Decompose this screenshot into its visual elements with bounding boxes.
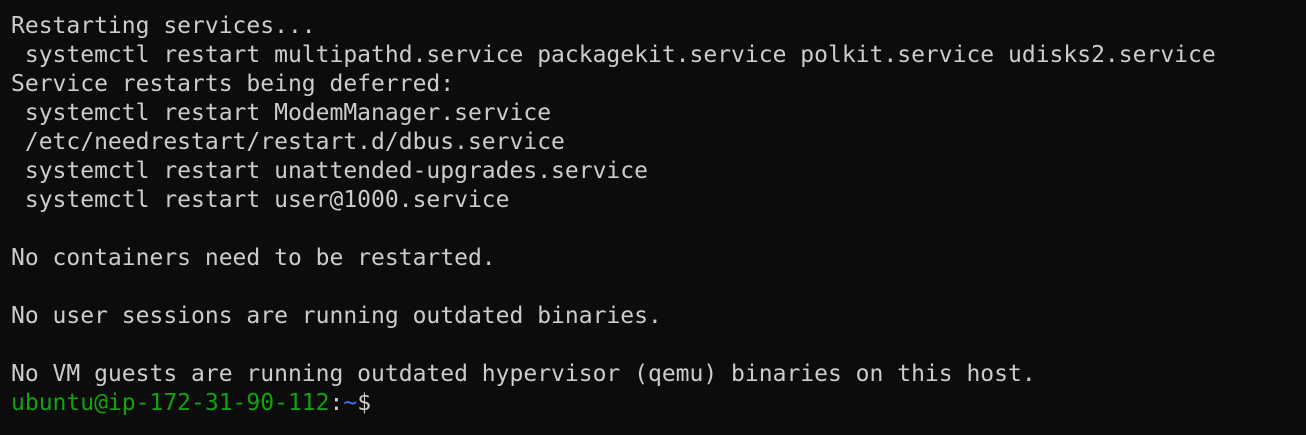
output-line: No user sessions are running outdated bi… — [11, 303, 662, 329]
output-line: systemctl restart ModemManager.service — [11, 100, 552, 126]
output-line: No containers need to be restarted. — [11, 245, 496, 271]
output-line: systemctl restart multipathd.service pac… — [11, 42, 1216, 68]
output-line: Restarting services... — [11, 13, 316, 39]
output-line: systemctl restart user@1000.service — [11, 187, 510, 213]
output-line: /etc/needrestart/restart.d/dbus.service — [11, 129, 565, 155]
terminal-window[interactable]: Restarting services... systemctl restart… — [0, 0, 1306, 435]
prompt-path: ~ — [343, 390, 358, 416]
prompt-separator: : — [329, 390, 344, 416]
prompt-line[interactable]: ubuntu@ip-172-31-90-112:~$ — [11, 389, 1306, 418]
prompt-symbol: $ — [357, 390, 372, 416]
output-line: systemctl restart unattended-upgrades.se… — [11, 158, 648, 184]
output-line: Service restarts being deferred: — [11, 71, 455, 97]
prompt-user-host: ubuntu@ip-172-31-90-112 — [11, 390, 330, 416]
output-line: No VM guests are running outdated hyperv… — [11, 361, 1036, 387]
